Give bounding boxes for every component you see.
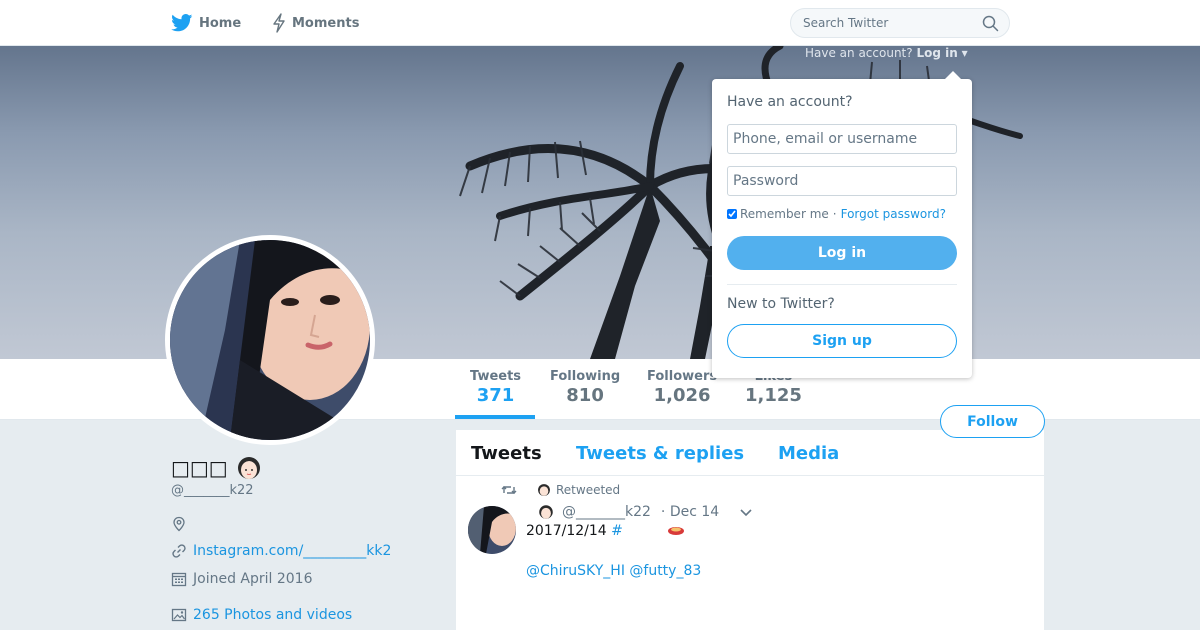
username-field[interactable] <box>727 124 957 154</box>
profile-handle[interactable]: @_______k22 <box>171 483 254 498</box>
stat-following-label: Following <box>550 369 621 384</box>
top-navigation-bar: Home Moments <box>0 0 1200 46</box>
stat-likes-value: 1,125 <box>745 385 802 406</box>
login-dropdown: Have an account? Remember me · Forgot pa… <box>712 79 972 378</box>
search-icon[interactable] <box>982 15 999 32</box>
tab-tweets[interactable]: Tweets <box>471 443 542 464</box>
stat-following-value: 810 <box>566 385 604 406</box>
tweet-mentions[interactable]: @ChiruSKY_HI @futty_83 <box>526 563 701 579</box>
login-link[interactable]: Have an account? Log in ▾ <box>805 46 968 60</box>
login-button[interactable]: Log in <box>727 236 957 270</box>
stat-tweets-value: 371 <box>476 385 515 406</box>
dropdown-divider <box>727 284 957 285</box>
signup-button[interactable]: Sign up <box>727 324 957 358</box>
forgot-password-link[interactable]: Forgot password? <box>841 207 946 221</box>
joined-row: Joined April 2016 <box>171 571 313 587</box>
profile-name[interactable]: □□□ <box>171 455 262 481</box>
tweet-text: 2017/12/14 # <box>526 523 685 539</box>
calendar-icon <box>171 572 187 587</box>
tweet-hashtag[interactable]: # <box>611 523 623 539</box>
girl-emoji-icon <box>539 505 553 519</box>
photos-row: 265 Photos and videos <box>171 607 352 623</box>
twitter-bird-icon <box>171 14 193 32</box>
dropdown-title: Have an account? <box>727 94 853 110</box>
tab-media[interactable]: Media <box>778 443 839 464</box>
remember-me-checkbox[interactable] <box>727 209 737 219</box>
tweet-header: @_______k22 · Dec 14 <box>538 504 753 520</box>
caret-down-icon: ▾ <box>961 46 968 60</box>
avatar-image <box>170 240 370 440</box>
active-stat-underline <box>455 415 535 419</box>
website-row: Instagram.com/_________kk2 <box>171 543 391 559</box>
retweet-icon <box>501 486 517 494</box>
nav-home[interactable]: Home <box>171 0 241 46</box>
stat-followers[interactable]: Followers 1,026 <box>647 369 717 406</box>
link-icon <box>172 544 186 558</box>
stat-tweets[interactable]: Tweets 371 <box>470 369 521 406</box>
remember-me-row: Remember me · Forgot password? <box>727 207 946 221</box>
photos-videos-link[interactable]: 265 Photos and videos <box>193 607 352 623</box>
website-link[interactable]: Instagram.com/_________kk2 <box>193 543 391 559</box>
chevron-down-icon[interactable] <box>739 507 753 517</box>
stat-followers-label: Followers <box>647 369 718 384</box>
nav-home-label: Home <box>199 15 242 31</box>
tweet-avatar[interactable] <box>468 506 516 554</box>
lightning-icon <box>273 13 285 33</box>
tweet-handle[interactable]: @_______k22 <box>562 504 651 520</box>
new-to-twitter-text: New to Twitter? <box>727 296 835 312</box>
follow-button[interactable]: Follow <box>940 405 1045 438</box>
location-row <box>171 516 193 532</box>
profile-name-text: □□□ <box>171 456 228 480</box>
dropdown-caret <box>945 71 961 79</box>
nav-moments-label: Moments <box>292 15 360 31</box>
stat-following[interactable]: Following 810 <box>550 369 620 406</box>
retweeted-label: Retweeted <box>556 483 621 497</box>
location-pin-icon <box>173 516 185 532</box>
profile-avatar[interactable] <box>165 235 375 445</box>
separator-dot: · <box>832 207 837 221</box>
timeline: Tweets Tweets & replies Media Retweeted <box>456 430 1044 630</box>
tweet-date[interactable]: · Dec 14 <box>661 504 719 520</box>
tab-tweets-replies[interactable]: Tweets & replies <box>576 443 744 464</box>
emoji-icon <box>668 527 685 535</box>
nav-moments[interactable]: Moments <box>272 0 359 46</box>
girl-emoji-icon <box>538 484 550 496</box>
login-link-label: Log in <box>916 46 958 60</box>
search-box <box>790 8 1010 38</box>
stat-tweets-label: Tweets <box>470 369 522 384</box>
tweet-text-date: 2017/12/14 <box>526 523 607 539</box>
image-icon <box>171 608 187 622</box>
search-input[interactable] <box>791 9 981 37</box>
remember-me-label: Remember me <box>740 207 829 221</box>
stat-followers-value: 1,026 <box>653 385 711 406</box>
girl-emoji-icon <box>237 457 260 479</box>
password-field[interactable] <box>727 166 957 196</box>
login-prompt-text: Have an account? <box>805 46 913 60</box>
retweet-context: Retweeted <box>501 483 620 497</box>
joined-text: Joined April 2016 <box>193 571 313 587</box>
